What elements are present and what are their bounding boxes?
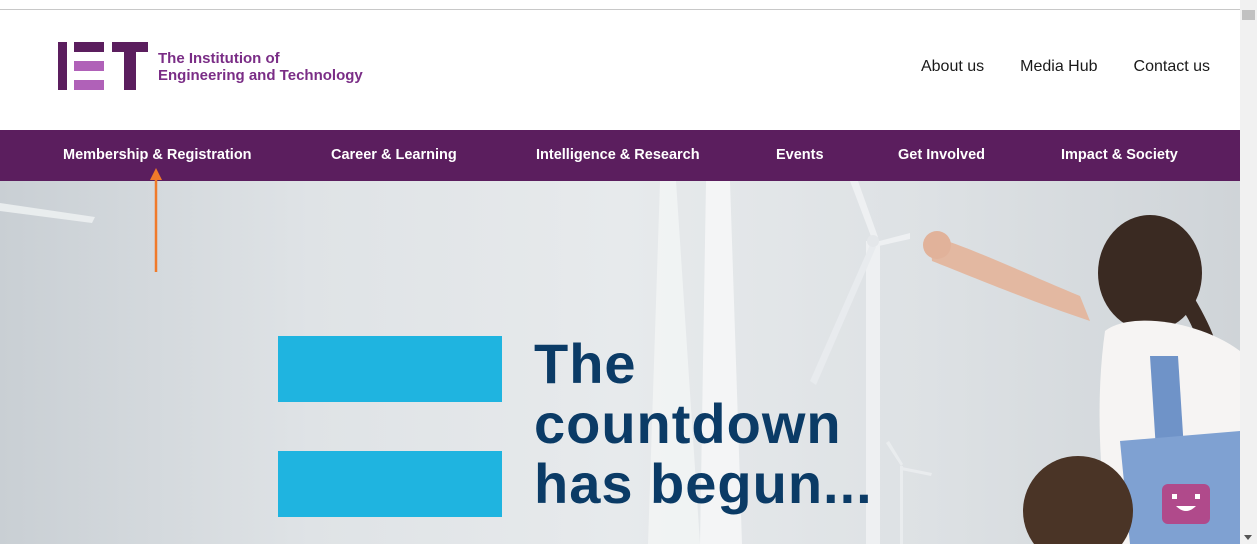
- page-scrollbar[interactable]: [1240, 0, 1257, 544]
- scroll-down-arrow-icon[interactable]: [1244, 535, 1252, 540]
- logo-line-1: The Institution of: [158, 50, 280, 67]
- nav-impact-society[interactable]: Impact & Society: [1061, 130, 1178, 181]
- iet-logo-mark: [58, 42, 148, 90]
- hero-headline: The countdown has begun...: [534, 334, 873, 514]
- headline-line-3: has begun...: [534, 452, 873, 515]
- headline-line-1: The: [534, 332, 637, 395]
- logo-line-2: Engineering and Technology: [158, 67, 363, 84]
- scrollbar-thumb[interactable]: [1242, 10, 1255, 20]
- media-hub-link[interactable]: Media Hub: [1020, 58, 1097, 76]
- contact-us-link[interactable]: Contact us: [1134, 58, 1210, 76]
- nav-events[interactable]: Events: [776, 130, 824, 181]
- iet-logo[interactable]: The Institution of Engineering and Techn…: [58, 42, 363, 92]
- equals-bar-bottom: [278, 451, 502, 517]
- chat-widget-button[interactable]: [1162, 484, 1210, 524]
- nav-get-involved[interactable]: Get Involved: [898, 130, 985, 181]
- chat-face-icon: [1172, 494, 1200, 511]
- equals-bar-top: [278, 336, 502, 402]
- nav-intelligence-research[interactable]: Intelligence & Research: [536, 130, 700, 181]
- logo-wordmark: The Institution of Engineering and Techn…: [158, 50, 363, 84]
- main-nav: Membership & Registration Career & Learn…: [0, 130, 1240, 181]
- hero-banner: The countdown has begun...: [0, 181, 1240, 544]
- site-header: The Institution of Engineering and Techn…: [0, 10, 1240, 130]
- browser-top-edge: [0, 0, 1240, 10]
- utility-nav: About us Media Hub Contact us: [921, 58, 1210, 76]
- nav-career-learning[interactable]: Career & Learning: [331, 130, 457, 181]
- headline-line-2: countdown: [534, 392, 842, 455]
- about-us-link[interactable]: About us: [921, 58, 984, 76]
- annotation-arrow-up-icon: [150, 168, 162, 272]
